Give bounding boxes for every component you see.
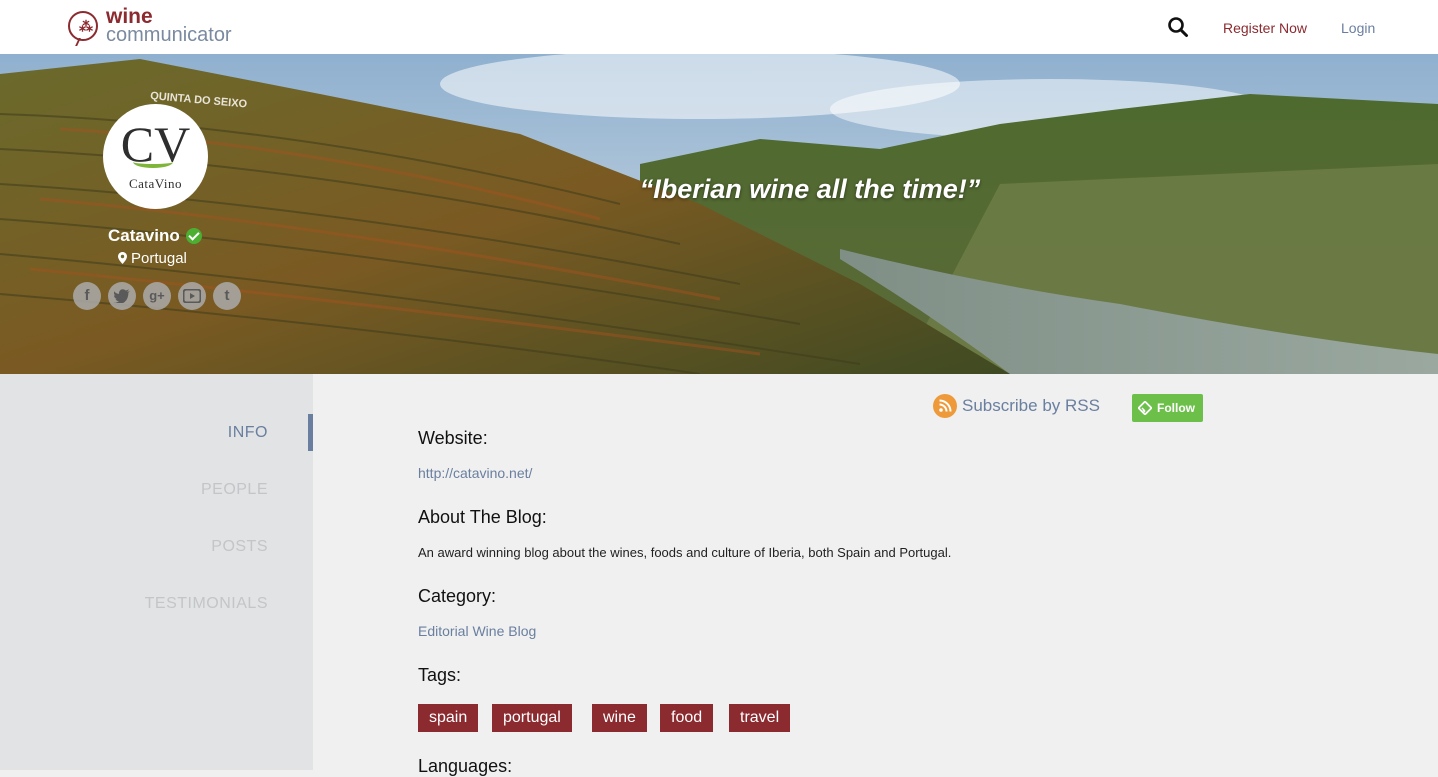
about-text: An award winning blog about the wines, f… [418,545,952,560]
logo-text-communicator: communicator [106,24,232,46]
profile-info-panel: Subscribe by RSS Follow Website: http://… [313,374,1438,776]
tags-heading: Tags: [418,665,462,685]
profile-sidebar-nav: INFO PEOPLE POSTS TESTIMONIALS [0,374,313,770]
register-now-link[interactable]: Register Now [1223,20,1307,36]
feedly-icon [1138,401,1152,415]
follow-label: Follow [1157,401,1195,415]
tag-portugal[interactable]: portugal [492,704,572,732]
login-link[interactable]: Login [1341,20,1375,36]
category-heading: Category: [418,586,497,606]
profile-cover-banner: QUINTA DO SEIXO CV CataVino Catavino Por… [0,54,1438,374]
facebook-icon[interactable]: f [73,282,101,310]
about-heading: About The Blog: [418,507,547,527]
subscribe-rss-label: Subscribe by RSS [962,396,1100,415]
vineyard-landscape-image: QUINTA DO SEIXO [0,54,1438,374]
rss-icon [933,394,957,418]
website-heading: Website: [418,428,488,448]
tag-travel[interactable]: travel [729,704,791,732]
location-text: Portugal [131,250,187,267]
avatar-brand-name: CataVino [128,176,183,191]
verified-check-icon [186,228,202,244]
languages-heading: Languages: [418,756,513,776]
tag-spain[interactable]: spain [418,704,479,732]
sidebar-item-testimonials[interactable]: TESTIMONIALS [145,595,268,613]
category-link[interactable]: Editorial Wine Blog [418,623,536,639]
youtube-icon[interactable] [178,282,206,310]
profile-tagline: “Iberian wine all the time!” [639,174,981,204]
website-link[interactable]: http://catavino.net/ [418,465,532,481]
tumblr-icon[interactable]: t [213,282,241,310]
tag-food[interactable]: food [660,704,714,732]
sidebar-item-posts[interactable]: POSTS [211,538,268,556]
feedly-follow-button[interactable]: Follow [1132,394,1203,422]
profile-name: Catavino [108,226,180,245]
twitter-icon[interactable] [108,282,136,310]
profile-location: Portugal [118,250,187,267]
logo-mark-icon: ⁂ [68,11,98,41]
search-icon[interactable] [1167,16,1189,38]
tag-wine[interactable]: wine [592,704,647,732]
map-pin-icon [118,252,127,264]
sidebar-item-people[interactable]: PEOPLE [201,481,268,499]
google-plus-icon[interactable]: g+ [143,282,171,310]
profile-avatar[interactable]: CV CataVino [103,104,208,209]
sidebar-item-info[interactable]: INFO [228,424,268,442]
site-logo[interactable]: ⁂ wine communicator [68,6,258,48]
top-navigation-bar: ⁂ wine communicator Register Now Login [0,0,1438,54]
avatar-swoosh-icon [133,156,173,168]
